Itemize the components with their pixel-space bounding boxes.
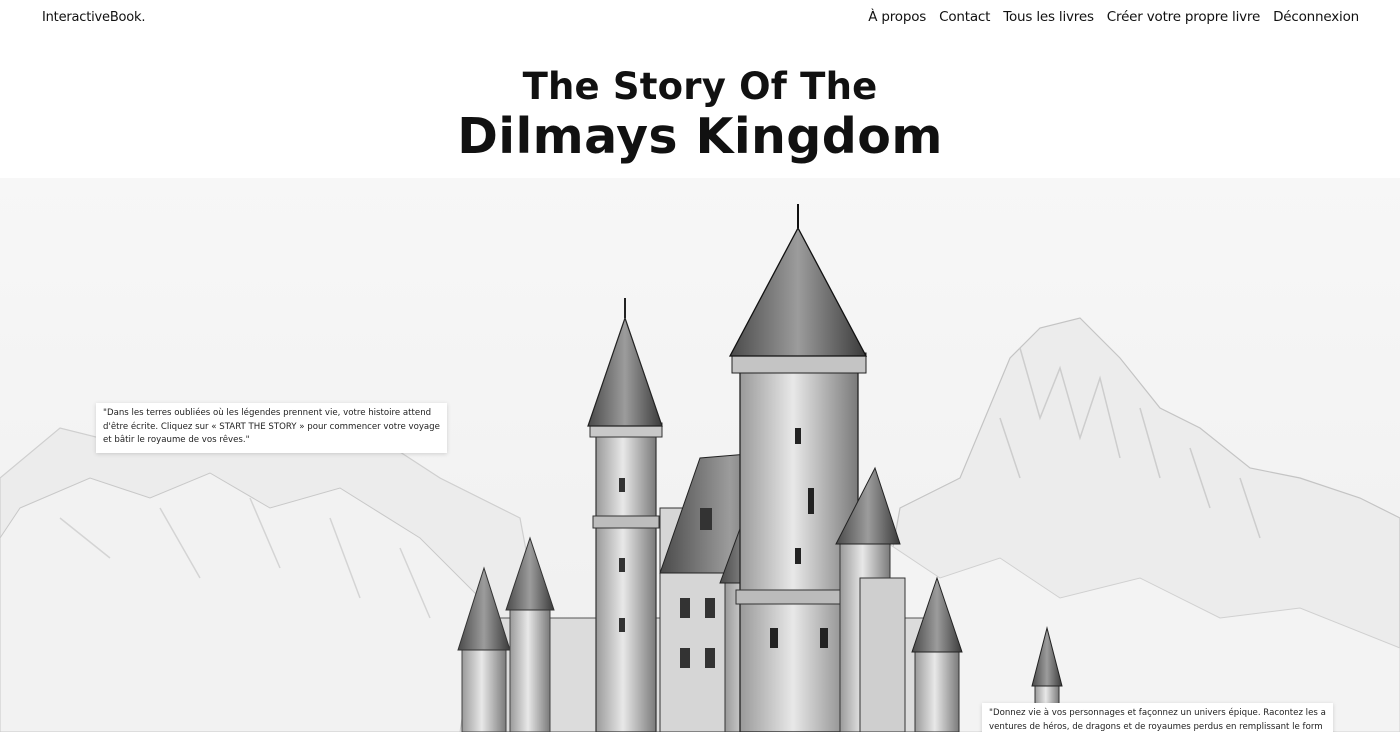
castle-illustration xyxy=(0,178,1400,732)
top-navbar: InteractiveBook. À propos Contact Tous l… xyxy=(0,0,1400,36)
nav-link-all-books[interactable]: Tous les livres xyxy=(1003,9,1094,25)
castle-illustration-svg xyxy=(0,178,1400,732)
nav-link-logout[interactable]: Déconnexion xyxy=(1273,9,1359,25)
title-line-2: Dilmays Kingdom xyxy=(457,108,943,165)
nav-link-contact[interactable]: Contact xyxy=(939,9,990,25)
nav-links: À propos Contact Tous les livres Créer v… xyxy=(868,9,1359,25)
title-line-1: The Story Of The xyxy=(522,65,878,108)
brand-logo[interactable]: InteractiveBook. xyxy=(42,10,146,25)
create-story-quote: "Donnez vie à vos personnages et façonne… xyxy=(982,703,1333,732)
nav-link-a-propos[interactable]: À propos xyxy=(868,9,926,25)
page-title: The Story Of The Dilmays Kingdom xyxy=(0,64,1400,164)
story-intro-quote: "Dans les terres oubliées où les légende… xyxy=(96,403,447,453)
nav-link-create-book[interactable]: Créer votre propre livre xyxy=(1107,9,1260,25)
